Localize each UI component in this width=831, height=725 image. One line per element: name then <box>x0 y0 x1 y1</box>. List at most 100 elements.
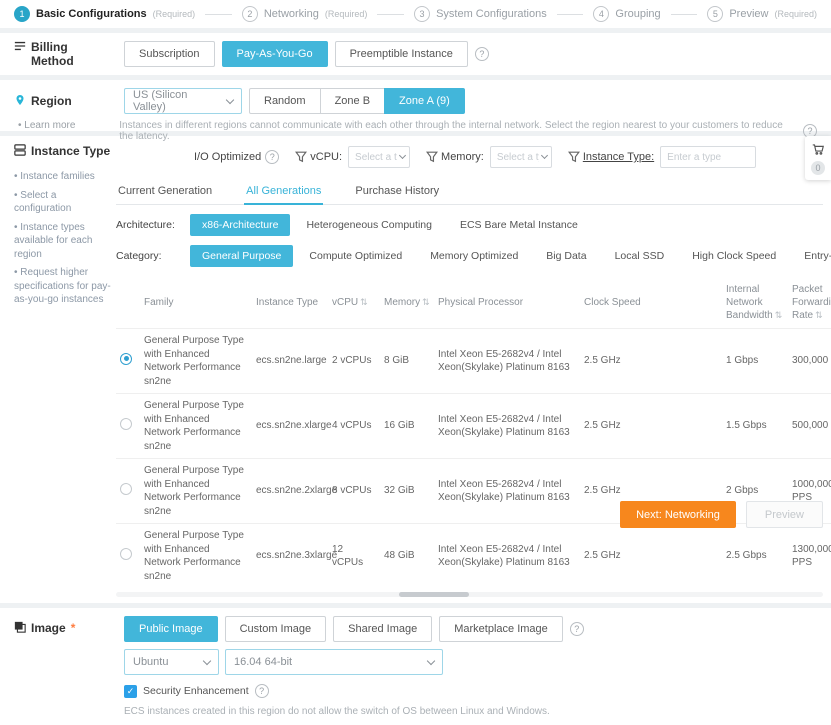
cell-processor: Intel Xeon E5-2682v4 / Intel Xeon(Skylak… <box>434 524 580 589</box>
cat-memory-optimized-button[interactable]: Memory Optimized <box>418 245 530 267</box>
cat-general-purpose-button[interactable]: General Purpose <box>190 245 293 267</box>
step-required: (Required) <box>774 9 817 19</box>
cart-widget[interactable]: 0 <box>805 136 831 180</box>
table-row[interactable]: General Purpose Type with Enhanced Netwo… <box>116 394 831 459</box>
col-physical-processor: Physical Processor <box>434 277 580 329</box>
security-enhancement-label: Security Enhancement <box>143 685 249 697</box>
security-enhancement-help-icon[interactable]: ? <box>255 684 269 698</box>
cat-local-ssd-button[interactable]: Local SSD <box>603 245 677 267</box>
cart-count-badge: 0 <box>811 161 825 175</box>
cell-memory: 48 GiB <box>380 524 434 589</box>
cell-vcpu: 2 vCPUs <box>328 329 380 394</box>
zone-random-button[interactable]: Random <box>249 88 321 114</box>
step-number: 3 <box>414 6 430 22</box>
step-preview[interactable]: 5 Preview (Required) <box>707 6 817 22</box>
step-required: (Required) <box>153 9 196 19</box>
zone-button-group: Random Zone B Zone A (9) <box>249 88 465 114</box>
arch-bare-metal-button[interactable]: ECS Bare Metal Instance <box>448 214 590 236</box>
link-instance-families[interactable]: • Instance families <box>14 170 116 184</box>
cell-memory: 32 GiB <box>380 459 434 524</box>
shared-image-button[interactable]: Shared Image <box>333 616 432 642</box>
cell-bandwidth: 2.5 Gbps <box>722 524 788 589</box>
step-grouping[interactable]: 4 Grouping <box>593 6 660 22</box>
row-radio[interactable] <box>120 548 132 560</box>
sort-icon: ⇅ <box>422 297 430 307</box>
cat-high-clock-speed-button[interactable]: High Clock Speed <box>680 245 788 267</box>
link-request-higher-specs[interactable]: • Request higher specifications for pay-… <box>14 266 116 307</box>
io-optimized-help-icon[interactable]: ? <box>265 150 279 164</box>
memory-filter-label: Memory: <box>441 151 484 163</box>
os-switch-note: ECS instances created in this region do … <box>124 706 817 717</box>
step-basic-configurations[interactable]: 1 Basic Configurations (Required) <box>14 6 195 22</box>
architecture-row: Architecture: x86-Architecture Heterogen… <box>116 214 823 236</box>
link-select-configuration[interactable]: • Select a configuration <box>14 189 116 216</box>
instance-type-section: Instance Type • Instance families • Sele… <box>0 136 831 603</box>
link-instance-types-region[interactable]: • Instance types available for each regi… <box>14 221 116 262</box>
step-label: Grouping <box>615 8 660 20</box>
custom-image-button[interactable]: Custom Image <box>225 616 327 642</box>
arch-heterogeneous-button[interactable]: Heterogeneous Computing <box>294 214 444 236</box>
cell-processor: Intel Xeon E5-2682v4 / Intel Xeon(Skylak… <box>434 329 580 394</box>
public-image-button[interactable]: Public Image <box>124 616 218 642</box>
vcpu-filter <box>348 146 410 168</box>
image-help-icon[interactable]: ? <box>570 622 584 636</box>
cat-compute-optimized-button[interactable]: Compute Optimized <box>297 245 414 267</box>
scrollbar-thumb[interactable] <box>399 592 469 597</box>
tab-purchase-history[interactable]: Purchase History <box>353 178 441 204</box>
cat-big-data-button[interactable]: Big Data <box>534 245 598 267</box>
instance-type-filter-label: Instance Type: <box>583 151 654 163</box>
region-select[interactable]: US (Silicon Valley) <box>124 88 242 114</box>
cell-memory: 16 GiB <box>380 394 434 459</box>
row-radio[interactable] <box>120 353 132 365</box>
image-icon <box>14 621 26 633</box>
instance-type-filter-input[interactable] <box>660 146 756 168</box>
billing-preemptible-button[interactable]: Preemptible Instance <box>335 41 468 67</box>
col-vcpu[interactable]: vCPU⇅ <box>328 277 380 329</box>
sort-icon: ⇅ <box>775 310 783 320</box>
marketplace-image-button[interactable]: Marketplace Image <box>439 616 563 642</box>
os-version-value: 16.04 64-bit <box>234 656 292 668</box>
step-number: 1 <box>14 6 30 22</box>
arch-x86-button[interactable]: x86-Architecture <box>190 214 290 236</box>
step-networking[interactable]: 2 Networking (Required) <box>242 6 368 22</box>
security-enhancement-checkbox[interactable]: ✓ <box>124 685 137 698</box>
cell-instance-type: ecs.sn2ne.3xlarge <box>252 524 328 589</box>
step-system-configurations[interactable]: 3 System Configurations <box>414 6 547 22</box>
cell-vcpu: 8 vCPUs <box>328 459 380 524</box>
location-pin-icon <box>14 94 26 106</box>
zone-b-button[interactable]: Zone B <box>320 88 385 114</box>
os-select[interactable]: Ubuntu <box>124 649 219 675</box>
col-bandwidth[interactable]: Internal Network Bandwidth⇅ <box>722 277 788 329</box>
step-number: 2 <box>242 6 258 22</box>
cell-vcpu: 4 vCPUs <box>328 394 380 459</box>
tab-current-generation[interactable]: Current Generation <box>116 178 214 204</box>
image-section: Image * Public Image Custom Image Shared… <box>0 608 831 725</box>
os-version-select[interactable]: 16.04 64-bit <box>225 649 443 675</box>
table-row[interactable]: General Purpose Type with Enhanced Netwo… <box>116 524 831 589</box>
sort-icon: ⇅ <box>360 297 368 307</box>
region-section: Region US (Silicon Valley) Random Zone B… <box>0 80 831 131</box>
col-packet-rate[interactable]: Packet Forwarding Rate⇅ <box>788 277 831 329</box>
billing-help-icon[interactable]: ? <box>475 47 489 61</box>
region-select-value: US (Silicon Valley) <box>133 89 219 113</box>
sort-icon: ⇅ <box>815 310 823 320</box>
table-horizontal-scrollbar[interactable] <box>116 592 823 597</box>
tab-all-generations[interactable]: All Generations <box>244 178 323 205</box>
zone-a-button[interactable]: Zone A (9) <box>384 88 465 114</box>
os-select-value: Ubuntu <box>133 656 168 668</box>
row-radio[interactable] <box>120 418 132 430</box>
col-memory[interactable]: Memory⇅ <box>380 277 434 329</box>
cat-entry-level-button[interactable]: Entry-Level (Shared) <box>792 245 831 267</box>
row-radio[interactable] <box>120 483 132 495</box>
filter-funnel-icon <box>568 151 580 163</box>
billing-subscription-button[interactable]: Subscription <box>124 41 215 67</box>
billing-pay-as-you-go-button[interactable]: Pay-As-You-Go <box>222 41 328 67</box>
cart-icon <box>811 142 825 156</box>
table-row[interactable]: General Purpose Type with Enhanced Netwo… <box>116 329 831 394</box>
region-learn-more-link[interactable]: • Learn more <box>14 120 105 142</box>
next-networking-button[interactable]: Next: Networking <box>620 501 736 528</box>
preview-button[interactable]: Preview <box>746 501 823 528</box>
billing-icon <box>14 40 26 52</box>
required-asterisk: * <box>71 621 76 635</box>
chevron-down-icon <box>427 656 435 664</box>
